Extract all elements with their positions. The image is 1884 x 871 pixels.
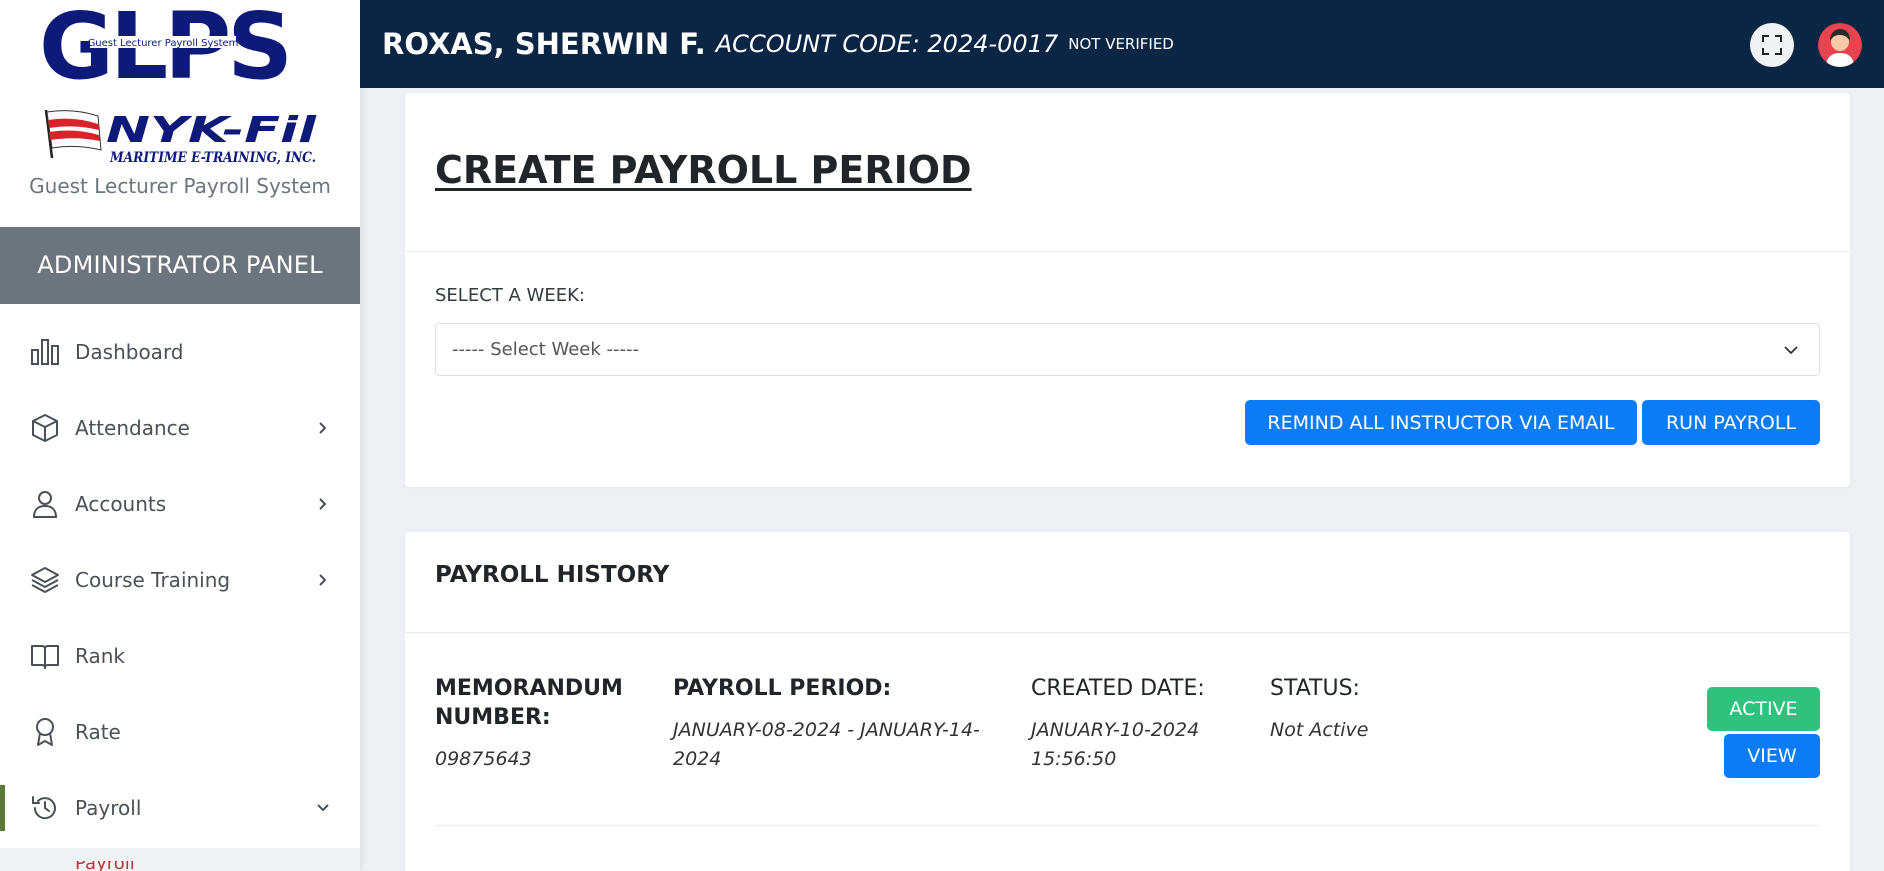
system-name: Guest Lecturer Payroll System <box>29 174 331 198</box>
brand-area: GLPS Guest Lecturer Payroll System NYK-F… <box>0 0 360 227</box>
period-value: JANUARY-08-2024 - JANUARY-14-2024 <box>673 719 980 770</box>
layers-icon <box>30 565 60 595</box>
create-payroll-card: CREATE PAYROLL PERIOD SELECT A WEEK: ---… <box>405 93 1850 487</box>
memo-header: MEMORANDUM NUMBER: <box>435 676 623 730</box>
active-button[interactable]: ACTIVE <box>1707 687 1820 731</box>
sidebar-item-label: Rate <box>75 720 121 744</box>
sidebar: GLPS Guest Lecturer Payroll System NYK-F… <box>0 0 360 871</box>
sidebar-item-dashboard[interactable]: Dashboard <box>0 314 360 390</box>
view-button[interactable]: VIEW <box>1724 734 1820 778</box>
divider <box>405 632 1850 633</box>
award-icon <box>30 717 60 747</box>
sidebar-item-label: Dashboard <box>75 340 184 364</box>
glps-logo: GLPS Guest Lecturer Payroll System <box>39 2 292 88</box>
user-name: ROXAS, SHERWIN F. <box>382 27 706 61</box>
fullscreen-icon <box>1762 35 1782 55</box>
period-header: PAYROLL PERIOD: <box>673 676 892 701</box>
chevron-down-icon <box>317 804 329 812</box>
created-header: CREATED DATE: <box>1031 676 1205 701</box>
sidebar-item-accounts[interactable]: Accounts <box>0 466 360 542</box>
run-payroll-button[interactable]: RUN PAYROLL <box>1642 400 1820 445</box>
top-bar: ROXAS, SHERWIN F. ACCOUNT CODE: 2024-001… <box>360 0 1884 88</box>
chevron-right-icon <box>319 422 327 434</box>
sidebar-item-label: Rank <box>75 644 125 668</box>
submenu-item-payroll-period[interactable]: Payroll Period <box>75 861 185 871</box>
account-code: ACCOUNT CODE: 2024-0017 <box>715 30 1059 58</box>
book-icon <box>30 641 60 671</box>
page-title: CREATE PAYROLL PERIOD <box>435 148 972 192</box>
fullscreen-button[interactable] <box>1750 23 1794 67</box>
memo-value: 09875643 <box>435 748 532 770</box>
payroll-history-title: PAYROLL HISTORY <box>435 562 670 588</box>
sidebar-item-payroll[interactable]: Payroll <box>0 770 360 846</box>
row-divider <box>435 825 1820 826</box>
divider <box>405 251 1850 252</box>
week-select[interactable]: ----- Select Week ----- <box>435 323 1820 376</box>
svg-text:Guest Lecturer Payroll System: Guest Lecturer Payroll System <box>88 38 239 49</box>
payroll-history-card: PAYROLL HISTORY MEMORANDUM NUMBER: 09875… <box>405 532 1850 871</box>
remind-instructors-button[interactable]: REMIND ALL INSTRUCTOR VIA EMAIL <box>1245 400 1637 445</box>
user-icon <box>30 489 60 519</box>
avatar-icon <box>1818 23 1862 67</box>
sidebar-item-label: Course Training <box>75 568 231 592</box>
sidebar-item-label: Accounts <box>75 492 167 516</box>
sidebar-item-course-training[interactable]: Course Training <box>0 542 360 618</box>
svg-text:MARITIME E-TRAINING, INC.: MARITIME E-TRAINING, INC. <box>109 150 316 166</box>
avatar[interactable] <box>1818 23 1862 67</box>
sidebar-item-rank[interactable]: Rank <box>0 618 360 694</box>
chevron-right-icon <box>319 498 327 510</box>
week-select-value: ----- Select Week ----- <box>452 339 639 360</box>
sidebar-item-rate[interactable]: Rate <box>0 694 360 770</box>
chevron-right-icon <box>319 574 327 586</box>
select-week-label: SELECT A WEEK: <box>435 285 585 306</box>
status-value: Not Active <box>1270 719 1369 741</box>
status-header: STATUS: <box>1270 676 1360 701</box>
box-icon <box>30 413 60 443</box>
sidebar-item-label: Payroll <box>75 796 142 820</box>
svg-text:NYK-Fil: NYK-Fil <box>106 110 317 151</box>
bar-chart-icon <box>30 337 60 367</box>
verification-status: NOT VERIFIED <box>1068 35 1174 53</box>
history-icon <box>30 793 60 823</box>
panel-title: ADMINISTRATOR PANEL <box>0 227 360 304</box>
chevron-down-icon <box>1784 346 1798 355</box>
sidebar-item-label: Attendance <box>75 416 190 440</box>
sidebar-item-attendance[interactable]: Attendance <box>0 390 360 466</box>
created-value: JANUARY-10-2024 15:56:50 <box>1031 719 1200 770</box>
sidebar-nav: Dashboard Attendance Accounts Course Tra… <box>0 314 360 846</box>
nyk-fil-logo: NYK-Fil MARITIME E-TRAINING, INC. <box>44 109 317 166</box>
